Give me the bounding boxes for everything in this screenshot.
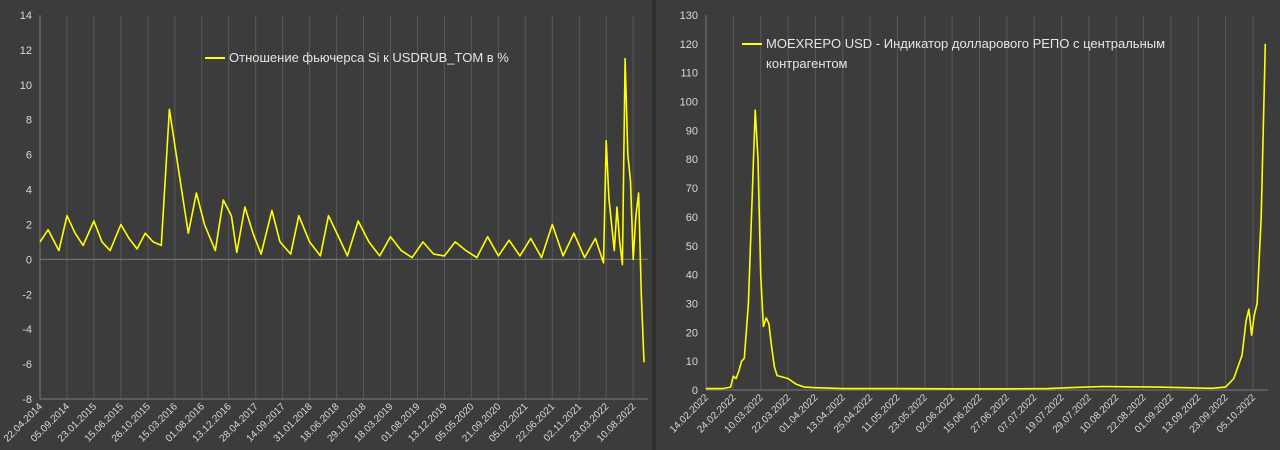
y-tick-label: 8 xyxy=(26,115,32,127)
y-tick-label: 120 xyxy=(680,39,698,51)
y-tick-label: 2 xyxy=(26,219,32,231)
y-tick-label: 80 xyxy=(686,154,698,166)
y-tick-label: 0 xyxy=(26,254,32,266)
y-tick-label: -4 xyxy=(22,324,32,336)
y-tick-label: 0 xyxy=(692,385,698,397)
series-line xyxy=(39,57,645,363)
legend-label: MOEXREPO USD - Индикатор долларового РЕП… xyxy=(766,36,1165,71)
right-chart-panel: 0 10 20 30 40 50 60 70 80 90 100 110 120 130 14.02.202… xyxy=(656,0,1280,450)
y-tick-label: 100 xyxy=(680,97,698,109)
series-line xyxy=(706,43,1267,390)
y-tick-label: 10 xyxy=(20,80,32,92)
legend-label-line: контрагентом xyxy=(766,56,848,71)
y-tick-label: 40 xyxy=(686,270,698,282)
y-tick-label: 10 xyxy=(686,356,698,368)
y-tick-label: 4 xyxy=(26,185,32,197)
legend-label: Отношение фьючерса Si к USDRUB_TOM в % xyxy=(229,50,509,65)
si-ratio-chart: -8-6-4-20246810121422.04.201405.09.20142… xyxy=(2,10,648,445)
y-tick-label: 60 xyxy=(686,212,698,224)
y-tick-label: 12 xyxy=(20,45,32,57)
y-tick-label: 30 xyxy=(686,298,698,310)
screenshot-canvas: -8 -6 -4 -2 0 2 4 6 8 10 12 14 22.04.2014 05.09.2014 2… xyxy=(0,0,1280,450)
y-tick-label: -8 xyxy=(22,394,32,406)
left-chart-panel: -8 -6 -4 -2 0 2 4 6 8 10 12 14 22.04.2014 05.09.2014 2… xyxy=(0,0,652,450)
y-tick-label: 70 xyxy=(686,183,698,195)
y-tick-label: 6 xyxy=(26,150,32,162)
y-tick-label: 130 xyxy=(680,10,698,22)
y-tick-label: -6 xyxy=(22,359,32,371)
y-tick-label: 20 xyxy=(686,327,698,339)
y-tick-label: -2 xyxy=(22,289,32,301)
y-tick-label: 90 xyxy=(686,125,698,137)
y-tick-label: 50 xyxy=(686,241,698,253)
y-tick-label: 14 xyxy=(20,10,32,22)
y-tick-label: 110 xyxy=(680,68,698,80)
moexrepo-usd-chart: 010203040506070809010011012013014.02.202… xyxy=(668,10,1268,436)
legend-label-line: MOEXREPO USD - Индикатор долларового РЕП… xyxy=(766,36,1165,51)
